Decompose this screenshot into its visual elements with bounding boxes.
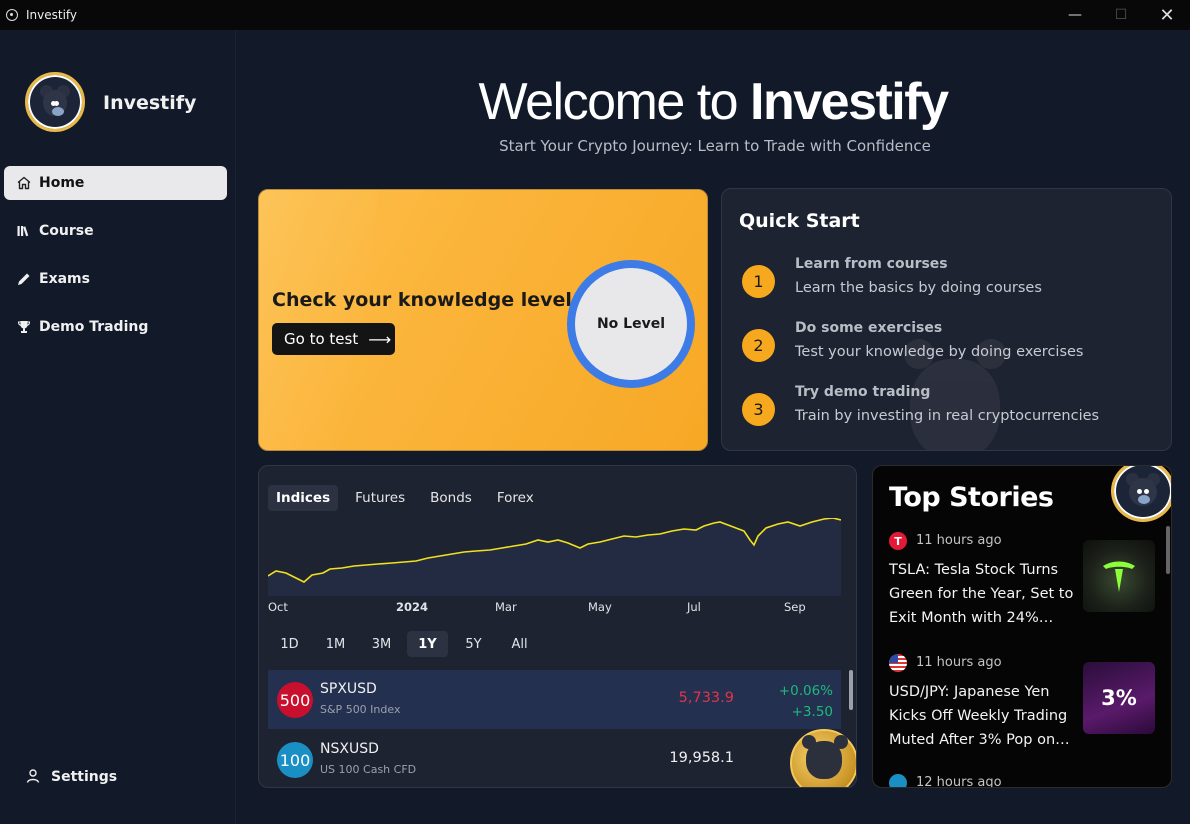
title-brand: Investify: [750, 73, 949, 131]
title-prefix: Welcome to: [478, 73, 751, 131]
price: 19,958.1: [669, 750, 734, 766]
step-title: Do some exercises: [795, 320, 943, 336]
tab-forex[interactable]: Forex: [489, 485, 542, 511]
sidebar-nav: Home Course Exams Demo Trading: [4, 166, 227, 358]
close-button[interactable]: ✕: [1144, 0, 1190, 30]
index-badge: 100: [277, 742, 313, 778]
symbol-name: S&P 500 Index: [320, 703, 401, 716]
brand-name: Investify: [103, 92, 197, 114]
story-thumbnail: 3%: [1083, 662, 1155, 734]
sidebar-item-label: Course: [39, 223, 94, 239]
bear-coin-icon: [790, 729, 856, 787]
range-5y[interactable]: 5Y: [453, 631, 494, 657]
symbol-name: US 100 Cash CFD: [320, 763, 417, 776]
symbol: NSXUSD: [320, 741, 379, 757]
window-title: Investify: [26, 8, 78, 22]
level-indicator: No Level: [567, 260, 695, 388]
tesla-icon: T: [889, 532, 907, 550]
range-1d[interactable]: 1D: [269, 631, 310, 657]
quick-start-title: Quick Start: [739, 210, 860, 232]
x-axis-label: Mar: [495, 600, 517, 614]
index-badge: 500: [277, 682, 313, 718]
step-description: Test your knowledge by doing exercises: [795, 344, 1084, 360]
story-time: 11 hours ago: [916, 655, 1002, 670]
knowledge-title: Check your knowledge level: [272, 289, 572, 311]
settings-label: Settings: [51, 769, 118, 785]
x-axis-label: 2024: [396, 600, 429, 614]
story-time: 12 hours ago: [916, 775, 1002, 788]
range-1y[interactable]: 1Y: [407, 631, 448, 657]
tesla-logo-icon: [1103, 561, 1135, 592]
range-3m[interactable]: 3M: [361, 631, 402, 657]
story-headline: USD/JPY: Japanese Yen Kicks Off Weekly T…: [889, 684, 1070, 748]
story-thumbnail: [1083, 540, 1155, 612]
globe-icon: [889, 774, 907, 787]
range-all[interactable]: All: [499, 631, 540, 657]
minimize-button[interactable]: —: [1052, 0, 1098, 30]
app-logo: [25, 72, 85, 132]
library-icon: [15, 222, 33, 240]
bear-logo-icon: [1111, 466, 1171, 522]
x-axis-label: Jul: [687, 600, 701, 614]
app-icon: [6, 9, 18, 21]
market-tabs: Indices Futures Bonds Forex: [268, 485, 551, 511]
price-chart: [268, 518, 841, 596]
top-stories-title: Top Stories: [889, 482, 1054, 513]
quick-start-card: Quick Start 1 Learn from courses Learn t…: [721, 188, 1172, 451]
level-label: No Level: [575, 268, 687, 380]
symbol: SPXUSD: [320, 681, 377, 697]
bear-icon: [38, 85, 72, 119]
sidebar-item-label: Home: [39, 175, 85, 191]
pencil-icon: [15, 270, 33, 288]
change-absolute: +3.50: [791, 704, 833, 720]
sidebar-item-label: Demo Trading: [39, 319, 149, 335]
table-row[interactable]: 100 NSXUSD US 100 Cash CFD 19,958.1: [268, 730, 841, 787]
step-title: Learn from courses: [795, 256, 948, 272]
sidebar-item-home[interactable]: Home: [4, 166, 227, 200]
x-axis-label: May: [588, 600, 612, 614]
step-number: 2: [742, 329, 775, 362]
stories-scrollbar[interactable]: [1166, 526, 1170, 574]
tab-bonds[interactable]: Bonds: [422, 485, 480, 511]
tab-futures[interactable]: Futures: [347, 485, 413, 511]
settings-button[interactable]: Settings: [25, 768, 117, 786]
table-row[interactable]: 500 SPXUSD S&P 500 Index 5,733.9 +0.06% …: [268, 670, 841, 729]
maximize-button[interactable]: ☐: [1098, 0, 1144, 30]
table-scrollbar[interactable]: [849, 670, 853, 710]
story-time: 11 hours ago: [916, 533, 1002, 548]
window-titlebar: Investify — ☐ ✕: [0, 0, 1190, 30]
sidebar: Investify Home Course Exams Demo Trading: [0, 30, 236, 824]
page-title: Welcome to Investify: [236, 72, 1190, 132]
trophy-icon: [15, 318, 33, 336]
user-icon: [25, 768, 43, 786]
go-to-test-button[interactable]: Go to test ⟶: [272, 323, 395, 355]
top-stories-card: Top Stories T 11 hours ago TSLA: Tesla S…: [872, 465, 1172, 788]
change: +0.06% +3.50: [779, 681, 833, 723]
sidebar-item-exams[interactable]: Exams: [4, 262, 227, 296]
go-to-test-label: Go to test: [284, 330, 359, 348]
home-icon: [15, 174, 33, 192]
range-1m[interactable]: 1M: [315, 631, 356, 657]
story-headline: TSLA: Tesla Stock Turns Green for the Ye…: [889, 562, 1074, 626]
change-percent: +0.06%: [778, 683, 833, 699]
x-axis-label: Sep: [784, 600, 806, 614]
arrow-right-icon: ⟶: [368, 329, 392, 349]
step-title: Try demo trading: [795, 384, 931, 400]
page-subtitle: Start Your Crypto Journey: Learn to Trad…: [499, 137, 931, 155]
us-flag-icon: [889, 654, 907, 672]
step-number: 3: [742, 393, 775, 426]
step-description: Train by investing in real cryptocurrenc…: [795, 408, 1100, 424]
tab-indices[interactable]: Indices: [268, 485, 339, 511]
knowledge-card: Check your knowledge level Go to test ⟶ …: [258, 189, 708, 451]
price-area: [268, 518, 841, 596]
sidebar-item-demo-trading[interactable]: Demo Trading: [4, 310, 227, 344]
time-range-selector: 1D 1M 3M 1Y 5Y All: [269, 631, 545, 657]
x-axis-label: Oct: [268, 600, 288, 614]
step-number: 1: [742, 265, 775, 298]
price: 5,733.9: [678, 690, 734, 706]
market-widget: Indices Futures Bonds Forex Oct 2024 Mar…: [258, 465, 857, 788]
step-description: Learn the basics by doing courses: [795, 280, 1042, 296]
sidebar-item-label: Exams: [39, 271, 90, 287]
sidebar-item-course[interactable]: Course: [4, 214, 227, 248]
